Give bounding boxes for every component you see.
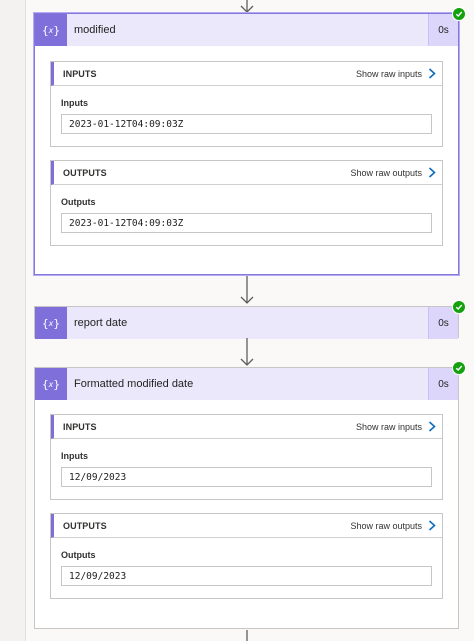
inputs-field-value[interactable]: 12/09/2023 (61, 467, 432, 487)
show-raw-outputs-link[interactable]: Show raw outputs (350, 521, 422, 531)
outputs-label: OUTPUTS (63, 520, 107, 531)
inputs-field-label: Inputs (61, 98, 88, 108)
inputs-section: INPUTS Show raw inputs Inputs 12/09/2023 (50, 414, 443, 500)
outputs-header: OUTPUTS Show raw outputs (51, 514, 442, 538)
outputs-section: OUTPUTS Show raw outputs Outputs 2023-01… (50, 160, 443, 246)
connector-arrow-top (238, 0, 256, 14)
inputs-body: Inputs 12/09/2023 (51, 439, 442, 499)
connector-arrow (238, 276, 256, 306)
card-title: report date (74, 317, 128, 329)
outputs-section: OUTPUTS Show raw outputs Outputs 12/09/2… (50, 513, 443, 599)
outputs-body: Outputs 12/09/2023 (51, 538, 442, 598)
action-card-report-date[interactable]: {x} report date 0s (34, 300, 466, 339)
arrow-down-icon (240, 338, 254, 366)
chevron-right-icon[interactable] (428, 167, 438, 179)
chevron-right-icon[interactable] (428, 68, 438, 80)
success-check-icon (452, 300, 466, 314)
show-raw-outputs-link[interactable]: Show raw outputs (350, 168, 422, 178)
inputs-header: INPUTS Show raw inputs (51, 62, 442, 86)
outputs-label: OUTPUTS (63, 167, 107, 178)
inputs-label: INPUTS (63, 68, 97, 79)
card-header[interactable]: {x} report date 0s (35, 300, 466, 339)
card-title: Formatted modified date (74, 378, 194, 390)
arrow-down-icon (240, 276, 254, 304)
outputs-field-label: Outputs (61, 197, 96, 207)
success-check-icon (452, 7, 466, 21)
card-header[interactable]: {x} Formatted modified date 0s (35, 361, 466, 400)
inputs-field-label: Inputs (61, 451, 88, 461)
inputs-label: INPUTS (63, 421, 97, 432)
show-raw-inputs-link[interactable]: Show raw inputs (356, 69, 422, 79)
chevron-right-icon[interactable] (428, 421, 438, 433)
connector-line (246, 630, 248, 641)
outputs-field-value[interactable]: 12/09/2023 (61, 566, 432, 586)
action-card-formatted-modified-date[interactable]: {x} Formatted modified date 0s INPUTS Sh… (34, 361, 466, 629)
variable-braces-icon: {x} (35, 307, 67, 339)
outputs-field-label: Outputs (61, 550, 96, 560)
outputs-header: OUTPUTS Show raw outputs (51, 161, 442, 185)
success-check-icon (452, 361, 466, 375)
variable-braces-icon: {x} (35, 368, 67, 400)
chevron-right-icon[interactable] (428, 520, 438, 532)
variable-braces-icon: {x} (35, 14, 67, 46)
inputs-header: INPUTS Show raw inputs (51, 415, 442, 439)
arrow-down-icon (240, 0, 254, 13)
card-title: modified (74, 24, 116, 36)
connector-arrow-bottom (238, 630, 256, 641)
action-card-modified[interactable]: {x} modified 0s INPUTS Show raw inputs I… (34, 7, 466, 275)
outputs-field-value[interactable]: 2023-01-12T04:09:03Z (61, 213, 432, 233)
connector-arrow (238, 338, 256, 368)
left-gutter (0, 0, 26, 641)
show-raw-inputs-link[interactable]: Show raw inputs (356, 422, 422, 432)
inputs-body: Inputs 2023-01-12T04:09:03Z (51, 86, 442, 146)
inputs-field-value[interactable]: 2023-01-12T04:09:03Z (61, 114, 432, 134)
outputs-body: Outputs 2023-01-12T04:09:03Z (51, 185, 442, 245)
inputs-section: INPUTS Show raw inputs Inputs 2023-01-12… (50, 61, 443, 147)
card-header[interactable]: {x} modified 0s (35, 7, 466, 46)
